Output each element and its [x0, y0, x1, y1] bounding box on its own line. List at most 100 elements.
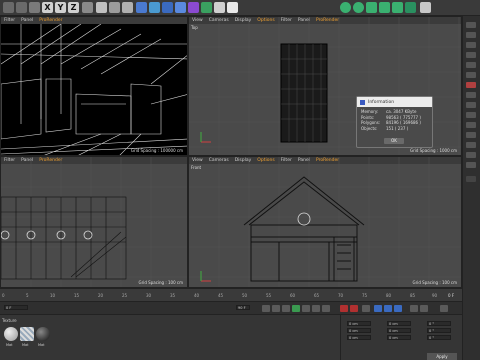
frame-tick: 0	[2, 293, 5, 298]
grid-spacing-label: Grid Spacing : 100 cm	[138, 280, 183, 285]
go-start-icon[interactable]	[262, 305, 270, 312]
material-swatch[interactable]	[4, 327, 18, 341]
position-y-field[interactable]: 0 cm	[347, 328, 371, 333]
render-settings-icon[interactable]	[122, 2, 133, 13]
frame-tick: 5	[26, 293, 29, 298]
frame-tick: 60	[290, 293, 296, 298]
menu-filter[interactable]: Filter	[4, 18, 15, 23]
size-z-field[interactable]: 0 cm	[387, 335, 411, 340]
workplane-icon[interactable]	[353, 2, 364, 13]
timeline-ruler[interactable]: 0 5 10 15 20 25 30 35 40 45 50 55 60 65 …	[0, 288, 462, 301]
frame-tick: 75	[362, 293, 368, 298]
rotation-p-field[interactable]: 0 °	[427, 328, 451, 333]
tool-icon[interactable]	[466, 72, 476, 78]
render-view-icon[interactable]	[109, 2, 120, 13]
light-icon[interactable]	[227, 2, 238, 13]
material-menu[interactable]: Texture	[2, 318, 17, 323]
material-swatch[interactable]	[36, 327, 50, 341]
select-icon[interactable]	[29, 2, 40, 13]
record-icon[interactable]	[340, 305, 348, 312]
menu-panel[interactable]: Panel	[21, 18, 33, 23]
snap-icon[interactable]	[340, 2, 351, 13]
frame-tick: 85	[410, 293, 416, 298]
rotation-h-field[interactable]: 0 °	[427, 321, 451, 326]
python-icon[interactable]	[420, 2, 431, 13]
rotation-b-field[interactable]: 0 °	[427, 335, 451, 340]
frame-tick: 20	[98, 293, 104, 298]
x-axis-toggle[interactable]: X	[42, 2, 53, 13]
tool-icon[interactable]	[466, 152, 476, 158]
tool-icon[interactable]	[466, 22, 476, 28]
redo-icon[interactable]	[16, 2, 27, 13]
viewport-front[interactable]: View Cameras Display Options Filter Pane…	[188, 156, 462, 288]
point-level-icon[interactable]	[420, 305, 428, 312]
prev-key-icon[interactable]	[272, 305, 280, 312]
position-z-field[interactable]: 0 cm	[347, 335, 371, 340]
frame-tick: 90	[432, 293, 438, 298]
front-view-wireframe	[189, 157, 461, 287]
material-manager: Texture Mat Mat Mat	[0, 314, 340, 360]
rotate-key-icon[interactable]	[394, 305, 402, 312]
tool-icon[interactable]	[466, 122, 476, 128]
move-key-icon[interactable]	[374, 305, 382, 312]
menu-prorender[interactable]: ProRender	[39, 18, 62, 23]
parameter-key-icon[interactable]	[410, 305, 418, 312]
go-end-icon[interactable]	[322, 305, 330, 312]
y-axis-toggle[interactable]: Y	[55, 2, 66, 13]
info-key: Points:	[361, 114, 375, 120]
size-y-field[interactable]: 0 cm	[387, 328, 411, 333]
z-axis-toggle[interactable]: Z	[68, 2, 79, 13]
apply-button[interactable]: Apply	[427, 353, 457, 360]
position-x-field[interactable]: 0 cm	[347, 321, 371, 326]
info-value: ca. 3047 KByte	[386, 109, 417, 115]
viewport-menu: Filter Panel ProRender	[1, 17, 187, 24]
info-key: Polygons:	[361, 120, 381, 126]
tool-icon[interactable]	[466, 52, 476, 58]
tool-icon[interactable]	[466, 162, 476, 168]
next-frame-icon[interactable]	[302, 305, 310, 312]
pen-icon[interactable]	[149, 2, 160, 13]
tool-icon[interactable]	[466, 82, 476, 88]
play-icon[interactable]	[292, 305, 300, 312]
tool-icon[interactable]	[466, 132, 476, 138]
grid-spacing-label: Grid Spacing : 100 cm	[412, 280, 457, 285]
keyframe-icon[interactable]	[362, 305, 370, 312]
cube-icon[interactable]	[136, 2, 147, 13]
lock-icon[interactable]	[392, 2, 403, 13]
world-coords-icon[interactable]	[82, 2, 93, 13]
tool-icon[interactable]	[466, 42, 476, 48]
undo-icon[interactable]	[3, 2, 14, 13]
subdivision-icon[interactable]	[162, 2, 173, 13]
array-icon[interactable]	[175, 2, 186, 13]
tool-icon[interactable]	[466, 92, 476, 98]
info-row-polygons: Polygons: 84196 ( 169686 )	[357, 120, 432, 126]
bp-icon[interactable]	[405, 2, 416, 13]
tool-icon[interactable]	[466, 102, 476, 108]
scale-key-icon[interactable]	[384, 305, 392, 312]
tool-icon[interactable]	[466, 62, 476, 68]
size-x-field[interactable]: 0 cm	[387, 321, 411, 326]
render-region-icon[interactable]	[96, 2, 107, 13]
scene-icon[interactable]	[201, 2, 212, 13]
guide-icon[interactable]	[379, 2, 390, 13]
tool-icon[interactable]	[466, 142, 476, 148]
tweak-icon[interactable]	[366, 2, 377, 13]
autokey-icon[interactable]	[350, 305, 358, 312]
deformer-icon[interactable]	[188, 2, 199, 13]
ok-button[interactable]: OK	[384, 138, 404, 144]
viewport-perspective[interactable]: Filter Panel ProRender Grid Spacing : 10…	[0, 16, 188, 156]
frame-tick: 40	[194, 293, 200, 298]
prev-frame-icon[interactable]	[282, 305, 290, 312]
next-key-icon[interactable]	[312, 305, 320, 312]
material-swatch[interactable]	[20, 327, 34, 341]
end-frame-field[interactable]: 90 F	[236, 305, 250, 310]
timeline-menu-icon[interactable]	[440, 305, 448, 312]
tool-icon[interactable]	[466, 176, 476, 182]
tool-icon[interactable]	[466, 32, 476, 38]
grid-spacing-label: Grid Spacing : 100000 cm	[130, 148, 183, 153]
viewport-side[interactable]: Filter Panel ProRender Grid Spacing : 10…	[0, 156, 188, 288]
start-frame-field[interactable]: 0 F	[4, 305, 28, 310]
camera-icon[interactable]	[214, 2, 225, 13]
tool-icon[interactable]	[466, 112, 476, 118]
dialog-title: Information	[368, 99, 395, 105]
